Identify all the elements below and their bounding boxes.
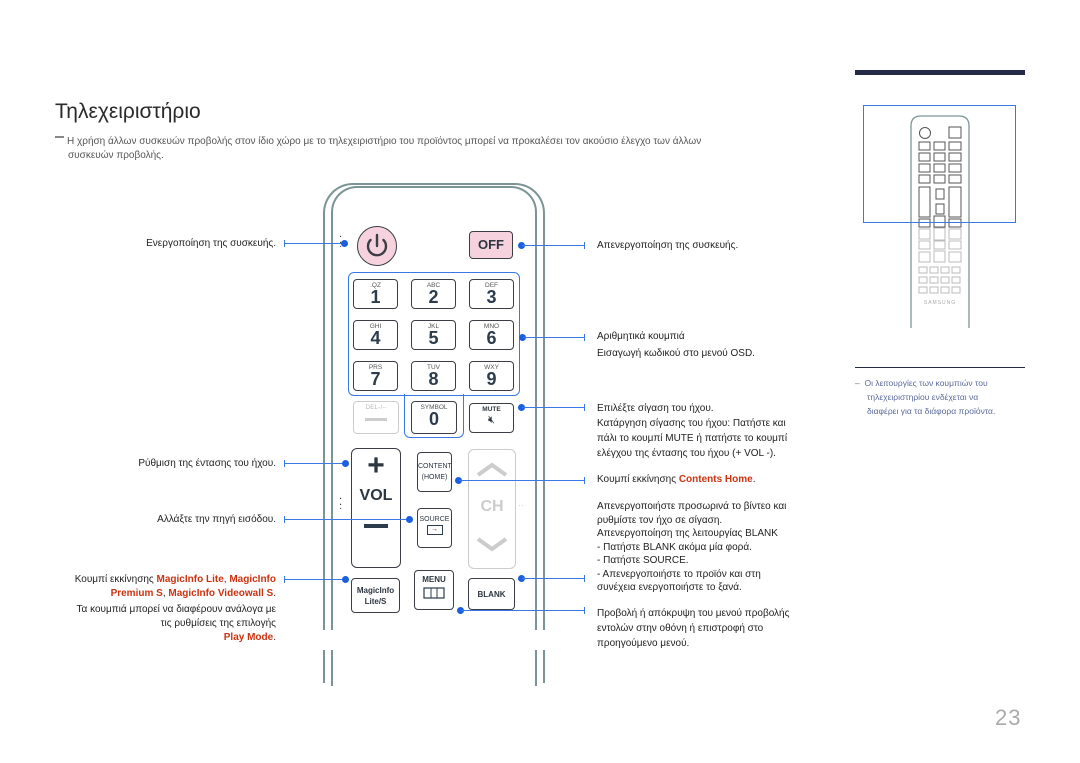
numeric-key-5[interactable]: JKL 5 <box>411 320 456 350</box>
label-power-on: Ενεργοποίηση της συσκευής. <box>146 238 276 249</box>
callout-tick <box>584 607 585 614</box>
callout-line-off <box>522 245 585 246</box>
key-number: 3 <box>486 287 497 307</box>
label-menu: Προβολή ή απόκρυψη του μενού προβολής εν… <box>597 608 790 649</box>
numeric-key-9[interactable]: WXY 9 <box>469 361 514 391</box>
ch-label: CH <box>480 498 504 515</box>
note-dash <box>55 136 64 139</box>
thumbnail-highlight-frame <box>863 105 1016 223</box>
key-number: 9 <box>486 369 497 389</box>
sidebar-note-line-2: τηλεχειριστηρίου ενδέχεται να <box>867 392 979 402</box>
source-icon: → <box>426 525 443 535</box>
sidebar-note: – Οι λειτουργίες των κουμπιών του τηλεχε… <box>855 376 1030 418</box>
vol-plus[interactable]: + <box>352 451 400 481</box>
key-number: 7 <box>370 369 381 389</box>
numeric-key-6[interactable]: MNO 6 <box>469 320 514 350</box>
volume-rocker[interactable]: + VOL <box>351 448 401 568</box>
callout-tick <box>584 575 585 582</box>
page-number: 23 <box>995 705 1022 730</box>
label-magicinfo: Κουμπί εκκίνησης MagicInfo Lite, MagicIn… <box>74 574 276 643</box>
vol-minus[interactable] <box>364 524 388 528</box>
callout-tick <box>584 242 585 249</box>
numeric-key-1[interactable]: .QZ 1 <box>353 279 398 309</box>
power-icon <box>366 233 388 257</box>
interference-note: Η χρήση άλλων συσκευών προβολής στον ίδι… <box>55 135 815 163</box>
callout-line-mute <box>522 407 585 408</box>
key-number: 8 <box>428 369 439 389</box>
vol-indicator-dots: ⁚ · <box>339 497 343 514</box>
label-source: Αλλάξτε την πηγή εισόδου. <box>157 514 276 525</box>
label-mute: Επιλέξτε σίγαση του ήχου. Κατάργηση σίγα… <box>597 403 788 459</box>
numeric-key-3[interactable]: DEF 3 <box>469 279 514 309</box>
numeric-key-7[interactable]: PRS 7 <box>353 361 398 391</box>
source-button[interactable]: SOURCE → <box>417 508 452 548</box>
ch-indicator-dots: ·· <box>518 500 524 510</box>
menu-button[interactable]: MENU <box>414 570 454 610</box>
sidebar-divider <box>855 367 1025 368</box>
key-number: 4 <box>370 328 381 348</box>
callout-line-menu <box>461 610 585 611</box>
callout-tick <box>584 334 585 341</box>
page-title: Τηλεχειριστήριο <box>55 100 201 123</box>
content-home-button[interactable]: CONTENT (HOME) <box>417 452 452 492</box>
label-volume: Ρύθμιση της έντασης του ήχου. <box>138 458 276 469</box>
numeric-key-4[interactable]: GHI 4 <box>353 320 398 350</box>
magicinfo-button[interactable]: MagicInfo Lite/S <box>351 578 400 613</box>
callout-tick <box>584 477 585 484</box>
thumbnail-brand: SAMSUNG <box>924 300 956 306</box>
numeric-key-8[interactable]: TUV 8 <box>411 361 456 391</box>
callout-line-numeric <box>523 337 585 338</box>
power-button[interactable] <box>357 226 397 266</box>
dash-icon <box>365 418 387 421</box>
callout-line-content <box>459 480 585 481</box>
label-numeric: Αριθμητικά κουμπιά Εισαγωγή κωδικού στο … <box>597 331 755 359</box>
callout-dot <box>406 516 413 523</box>
note-line-1: Η χρήση άλλων συσκευών προβολής στον ίδι… <box>67 136 702 147</box>
vol-label: VOL <box>359 487 393 504</box>
callout-dot <box>342 460 349 467</box>
mute-icon: 🔇︎ <box>488 414 495 426</box>
key-number: 2 <box>428 287 439 307</box>
mute-button[interactable]: MUTE 🔇︎ <box>469 403 514 433</box>
callout-line-blank <box>522 578 585 579</box>
sidebar-note-line-1: – Οι λειτουργίες των κουμπιών του <box>855 378 988 388</box>
symbol-zero-button[interactable]: SYMBOL 0 <box>411 401 457 434</box>
callout-line-volume <box>284 463 346 464</box>
del-button[interactable]: DEL-/-- <box>353 401 399 434</box>
key-number: 6 <box>486 328 497 348</box>
header-bar <box>855 70 1025 75</box>
sidebar-note-line-3: διαφέρει για τα διάφορα προϊόντα. <box>867 406 996 416</box>
numeric-key-2[interactable]: ABC 2 <box>411 279 456 309</box>
callout-tick <box>584 404 585 411</box>
callout-dot <box>341 240 348 247</box>
key-number: 5 <box>428 328 439 348</box>
label-power-off: Απενεργοποίηση της συσκευής. <box>597 240 739 251</box>
callout-line-magicinfo <box>284 579 346 580</box>
callout-line-source <box>284 519 410 520</box>
channel-rocker[interactable]: CH <box>468 449 516 569</box>
off-button[interactable]: OFF <box>469 231 513 259</box>
remote-fade <box>315 630 555 650</box>
callout-line-power <box>284 243 344 244</box>
callout-dot <box>342 576 349 583</box>
key-number: 1 <box>370 287 381 307</box>
label-blank: Απενεργοποιήστε προσωρινά το βίντεο και … <box>597 501 787 593</box>
blank-button[interactable]: BLANK <box>468 578 515 610</box>
note-line-2: συσκευών προβολής. <box>68 150 164 161</box>
label-content-home: Κουμπί εκκίνησης Contents Home. <box>597 474 756 485</box>
menu-icon <box>423 587 445 599</box>
